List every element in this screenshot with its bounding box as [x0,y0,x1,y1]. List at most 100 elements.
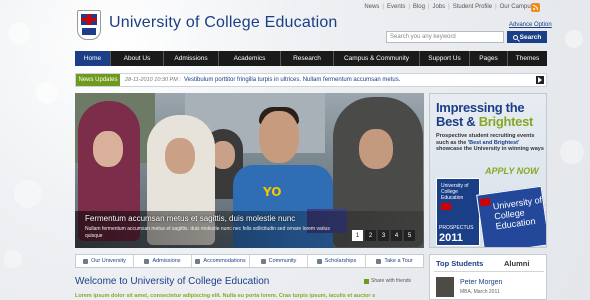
tab-scholarships[interactable]: Scholarships [308,255,366,267]
nav-item-about-us[interactable]: About Us [111,51,164,66]
promo-text-part: showcase the University in winning ways [436,146,544,152]
divider [434,271,544,272]
top-link-jobs[interactable]: Jobs [432,4,445,10]
admissions-icon [144,258,150,264]
nav-item-support-us[interactable]: Support Us [420,51,470,66]
university-icon [83,258,89,264]
student-name[interactable]: Peter Morgen [460,279,502,286]
tab-our-university[interactable]: Our University [76,255,134,267]
tab-community[interactable]: Community [250,255,308,267]
welcome-heading: Welcome to University of College Educati… [75,276,270,287]
news-label: News Updates [76,74,120,86]
tab-label: Admissions [152,258,181,264]
top-links: News | Events | Blog | Jobs | Student Profile | Ou… [364,4,540,10]
page: University of College Education News | Eve… [0,0,590,300]
tab-top-students[interactable]: Top Students [436,259,483,268]
book-icon [82,28,96,35]
nav-item-admissions[interactable]: Admissions [164,51,219,66]
slider-page-5[interactable]: 5 [404,230,415,241]
flag-icon [441,203,451,210]
top-link-events[interactable]: Events [387,4,405,10]
news-headline[interactable]: Vestibulum porttitor fringilla turpis in… [184,77,400,83]
hero-slider: YO Fermentum accumsan metus et sagittis,… [75,93,424,248]
prospectus-label: PROSPECTUS [439,225,474,231]
tab-label: Scholarships [324,258,357,264]
nav-item-home[interactable]: Home [75,51,111,66]
avatar[interactable] [436,277,454,297]
hero-description: Nullam fermentum accumsan metus et sagit… [85,226,330,239]
rss-icon[interactable] [531,3,540,12]
student-face [259,111,299,163]
nav-item-academics[interactable]: Academics [219,51,281,66]
prospectus-title: University of College Education [441,183,469,201]
student-face [93,131,123,167]
scholarship-icon [316,258,322,264]
tab-label: Community [268,258,297,264]
top-link-blog[interactable]: Blog [413,4,425,10]
bokeh-decoration [8,22,30,44]
nav-item-research[interactable]: Research [281,51,334,66]
bokeh-decoration [4,250,22,268]
home-icon [195,258,201,264]
top-link-student-profile[interactable]: Student Profile [453,4,492,10]
student-face [359,129,393,169]
news-date: 28-11-2010 10:30 PM : [125,77,181,83]
play-icon[interactable] [536,76,544,84]
tab-admissions[interactable]: Admissions [134,255,192,267]
apply-now-link[interactable]: APPLY NOW [485,166,539,176]
hero-title[interactable]: Fermentum accumsan metus et sagittis, du… [85,214,295,223]
bokeh-decoration [560,140,584,164]
university-crest-icon[interactable] [77,10,101,40]
search-input[interactable]: Search you any keyword [386,31,504,43]
student-face [165,138,195,174]
nav-item-themes[interactable]: Themes [508,51,547,66]
share-label: Share with friends [371,278,412,284]
bokeh-decoration [14,180,42,208]
bokeh-decoration [36,82,58,104]
student-meta: MBA, March 2011 [460,289,500,295]
tab-label: Our University [91,258,126,264]
prospectus-back-title: University of College Education [492,194,543,232]
advance-option-link[interactable]: Advance Option [509,22,552,28]
search-button[interactable]: Search [507,31,547,43]
slider-page-4[interactable]: 4 [391,230,402,241]
slider-page-2[interactable]: 2 [365,230,376,241]
promo-heading-line1: Impressing the [436,100,525,115]
tour-icon [376,258,382,264]
promo-heading-accent: Brightest [478,114,534,129]
nav-item-pages[interactable]: Pages [470,51,508,66]
slider-page-1[interactable]: 1 [352,230,363,241]
promo-text-accent: 'Best and Brightest' [467,139,520,146]
search-button-label: Search [519,33,542,41]
site-title[interactable]: University of College Education [109,14,338,32]
main-nav: Home About Us Admissions Academics Resea… [75,51,547,66]
tab-accommodations[interactable]: Accommodations [192,255,250,267]
slider-pager: 1 2 3 4 5 [352,230,415,241]
promo-heading-line2: Best & Brightest [436,114,533,129]
top-link-news[interactable]: News [364,4,379,10]
nav-item-campus-community[interactable]: Campus & Community [334,51,420,66]
tab-label: Take a Tour [384,258,413,264]
union-flag-icon [81,14,97,25]
students-panel: Top Students Alumni Peter Morgen MBA, Ma… [429,254,547,300]
search-icon [512,34,518,40]
promo-banner[interactable]: Impressing the Best & Brightest Prospect… [429,93,547,248]
share-icon [364,278,369,284]
prospectus-cover: University of College Education PROSPECT… [436,178,480,246]
welcome-intro-text: Lorem ipsum dolor sit amet, consectetur … [75,293,375,299]
bokeh-decoration [565,30,583,48]
tab-label: Accommodations [203,258,246,264]
prospectus-year: 2011 [439,232,463,244]
tab-alumni[interactable]: Alumni [504,259,529,268]
slider-page-3[interactable]: 3 [378,230,389,241]
flag-icon [479,198,491,207]
promo-heading-part: Best & [436,114,479,129]
share-with-friends[interactable]: Share with friends [364,278,411,284]
tab-take-a-tour[interactable]: Take a Tour [366,255,423,267]
news-ticker: News Updates 28-11-2010 10:30 PM : Vesti… [75,73,547,87]
prospectus-cover-back: University of College Education [476,185,546,247]
promo-text: Prospective student recruiting events su… [436,133,544,153]
people-icon [260,258,266,264]
shirt-print: YO [263,185,282,199]
quick-links-tabs: Our University Admissions Accommodations… [75,254,424,268]
